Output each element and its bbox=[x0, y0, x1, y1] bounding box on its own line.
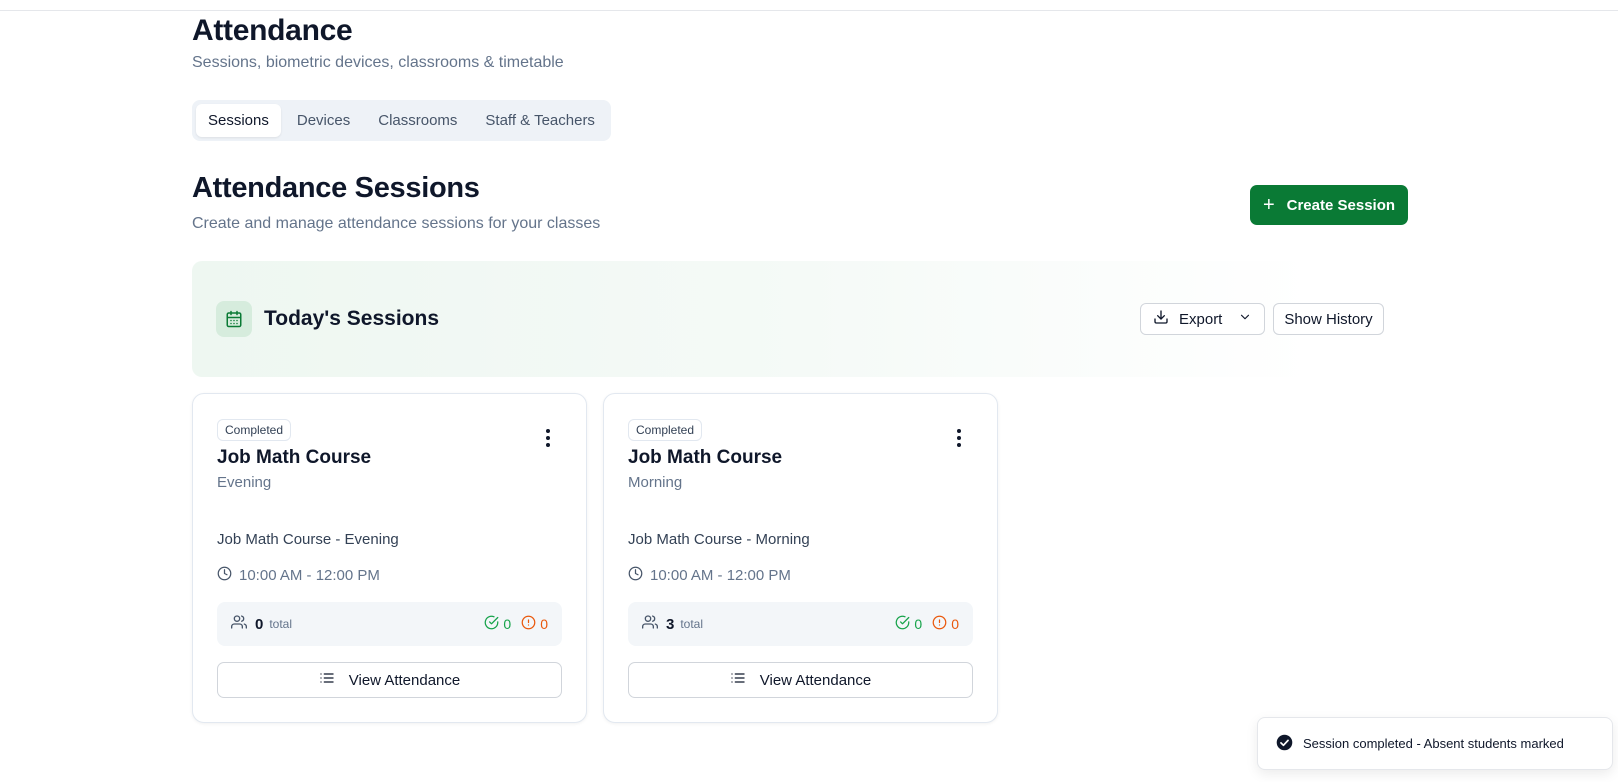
page-title: Attendance bbox=[192, 14, 353, 47]
export-label: Export bbox=[1179, 310, 1223, 328]
session-name: Job Math Course - Evening bbox=[217, 531, 399, 548]
view-attendance-label: View Attendance bbox=[348, 671, 461, 689]
attendance-stats: 0 total 0 0 bbox=[217, 602, 562, 646]
todays-sessions-title: Today's Sessions bbox=[264, 307, 440, 330]
section-title: Attendance Sessions bbox=[192, 172, 480, 204]
toast-notification: Session completed - Absent students mark… bbox=[1257, 717, 1613, 770]
view-attendance-button[interactable]: View Attendance bbox=[628, 662, 973, 698]
chevron-down-icon bbox=[1238, 310, 1252, 328]
clock-icon bbox=[628, 566, 643, 585]
toast-message: Session completed - Absent students mark… bbox=[1303, 736, 1564, 751]
absent-count-group: 0 bbox=[932, 615, 959, 633]
export-button[interactable]: Export bbox=[1140, 303, 1265, 335]
alert-circle-icon bbox=[521, 615, 536, 633]
clock-icon bbox=[217, 566, 232, 585]
present-count: 0 bbox=[503, 616, 512, 632]
view-attendance-label: View Attendance bbox=[759, 671, 872, 689]
attendance-stats: 3 total 0 0 bbox=[628, 602, 973, 646]
course-title: Job Math Course bbox=[217, 447, 372, 468]
absent-count: 0 bbox=[951, 616, 959, 632]
create-session-label: Create Session bbox=[1286, 196, 1396, 214]
present-count: 0 bbox=[914, 616, 923, 632]
view-attendance-button[interactable]: View Attendance bbox=[217, 662, 562, 698]
total-count: 0 bbox=[255, 615, 264, 633]
check-circle-icon bbox=[484, 615, 499, 633]
session-name: Job Math Course - Morning bbox=[628, 531, 810, 548]
status-badge: Completed bbox=[628, 419, 703, 441]
top-divider bbox=[0, 10, 1618, 11]
total-count: 3 bbox=[666, 615, 675, 633]
list-icon bbox=[319, 670, 335, 690]
time-row: 10:00 AM - 12:00 PM bbox=[217, 566, 380, 585]
tab-list: Sessions Devices Classrooms Staff & Teac… bbox=[192, 100, 611, 141]
absent-count-group: 0 bbox=[521, 615, 548, 633]
status-badge: Completed bbox=[217, 419, 292, 441]
more-vertical-icon[interactable] bbox=[951, 429, 967, 447]
absent-count: 0 bbox=[540, 616, 548, 632]
time-row: 10:00 AM - 12:00 PM bbox=[628, 566, 791, 585]
users-icon bbox=[231, 614, 247, 635]
present-count-group: 0 bbox=[895, 615, 922, 633]
plus-icon: + bbox=[1262, 194, 1275, 216]
present-count-group: 0 bbox=[484, 615, 511, 633]
shift-label: Evening bbox=[217, 474, 272, 491]
session-card: Completed Job Math Course Morning Job Ma… bbox=[603, 393, 998, 723]
page-subtitle: Sessions, biometric devices, classrooms … bbox=[192, 54, 564, 71]
tab-devices[interactable]: Devices bbox=[285, 104, 362, 137]
tab-sessions[interactable]: Sessions bbox=[196, 104, 281, 137]
users-icon bbox=[642, 614, 658, 635]
time-range: 10:00 AM - 12:00 PM bbox=[650, 567, 791, 584]
total-label: total bbox=[680, 617, 704, 631]
create-session-button[interactable]: + Create Session bbox=[1250, 185, 1408, 225]
section-subtitle: Create and manage attendance sessions fo… bbox=[192, 215, 601, 232]
session-card: Completed Job Math Course Evening Job Ma… bbox=[192, 393, 587, 723]
time-range: 10:00 AM - 12:00 PM bbox=[239, 567, 380, 584]
tab-classrooms[interactable]: Classrooms bbox=[366, 104, 469, 137]
show-history-button[interactable]: Show History bbox=[1273, 303, 1384, 335]
tab-staff-teachers[interactable]: Staff & Teachers bbox=[473, 104, 607, 137]
check-badge-icon bbox=[1276, 734, 1293, 754]
more-vertical-icon[interactable] bbox=[540, 429, 556, 447]
list-icon bbox=[730, 670, 746, 690]
total-label: total bbox=[269, 617, 293, 631]
alert-circle-icon bbox=[932, 615, 947, 633]
todays-sessions-panel: Today's Sessions Export Show History bbox=[192, 261, 1384, 377]
check-circle-icon bbox=[895, 615, 910, 633]
calendar-icon bbox=[216, 301, 252, 337]
course-title: Job Math Course bbox=[628, 447, 783, 468]
shift-label: Morning bbox=[628, 474, 683, 491]
download-icon bbox=[1153, 309, 1169, 329]
